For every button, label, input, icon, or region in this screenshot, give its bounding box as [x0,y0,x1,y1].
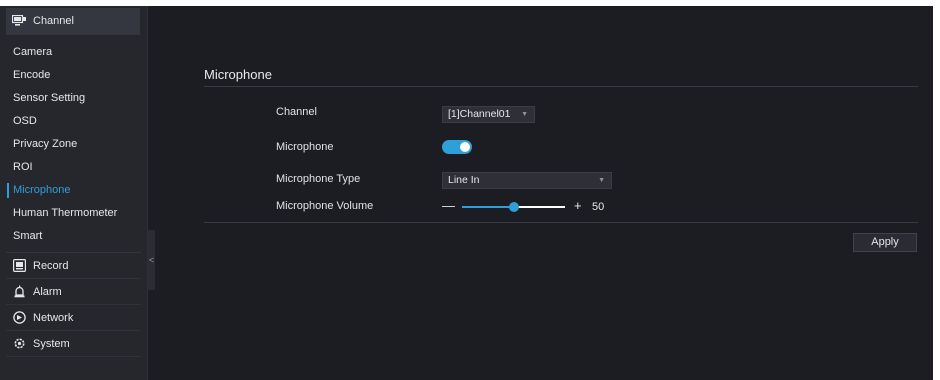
sidebar-group-label: Alarm [33,285,62,298]
divider [204,86,918,87]
sidebar-item-smart[interactable]: Smart [0,225,147,248]
sidebar-group-system[interactable]: System [6,331,141,357]
volume-slider-fill [462,206,514,208]
toggle-knob [460,142,470,152]
sidebar-group-network[interactable]: Network [6,305,141,331]
sidebar-item-human-thermometer[interactable]: Human Thermometer [0,202,147,225]
apply-button[interactable]: Apply [853,233,917,252]
sidebar-item-microphone[interactable]: Microphone [0,179,147,202]
sidebar-group-label: Network [33,311,74,324]
sidebar-group-label: Record [33,259,69,272]
microphone-type-value: Line In [448,174,480,186]
microphone-label: Microphone [276,141,334,153]
sidebar-item-privacy-zone[interactable]: Privacy Zone [0,133,147,156]
chevron-left-icon: < [148,255,155,265]
volume-decrease-button[interactable]: — [442,199,455,213]
sidebar-collapse-handle[interactable]: < [148,230,155,290]
channel-select[interactable]: [1]Channel01 ▼ [442,106,535,123]
microphone-volume-label: Microphone Volume [276,200,374,212]
main-panel: Microphone Channel [1]Channel01 ▼ Microp… [160,6,933,380]
channel-icon [12,14,26,28]
sidebar-group-channel[interactable]: Channel [6,8,140,34]
page-title: Microphone [204,67,272,82]
microphone-type-select[interactable]: Line In ▼ [442,172,612,189]
microphone-type-label: Microphone Type [276,173,361,185]
divider [204,222,918,223]
chevron-down-icon: ▼ [521,111,528,118]
channel-label: Channel [276,106,317,118]
chevron-down-icon: ▼ [598,177,605,184]
record-icon [12,259,26,273]
sidebar-group-record[interactable]: Record [6,253,141,279]
volume-value: 50 [592,201,605,213]
sidebar-item-osd[interactable]: OSD [0,110,147,133]
sidebar-item-sensor-setting[interactable]: Sensor Setting [0,87,147,110]
sidebar-group-label: System [33,337,70,350]
sidebar-group-alarm[interactable]: Alarm [6,279,141,305]
sidebar-item-roi[interactable]: ROI [0,156,147,179]
app-frame: Channel Camera Encode Sensor Setting OSD… [0,6,933,380]
sidebar-item-encode[interactable]: Encode [0,64,147,87]
alarm-icon [12,285,26,299]
sidebar-item-camera[interactable]: Camera [0,41,147,64]
channel-select-value: [1]Channel01 [448,108,511,120]
channel-submenu: Camera Encode Sensor Setting OSD Privacy… [0,35,147,252]
volume-slider-thumb[interactable] [509,202,519,212]
network-icon [12,311,26,325]
sidebar-group-label: Channel [33,15,74,27]
volume-increase-button[interactable]: + [574,199,582,213]
sidebar: Channel Camera Encode Sensor Setting OSD… [0,6,148,380]
system-icon [12,337,26,351]
microphone-toggle[interactable] [442,140,472,154]
